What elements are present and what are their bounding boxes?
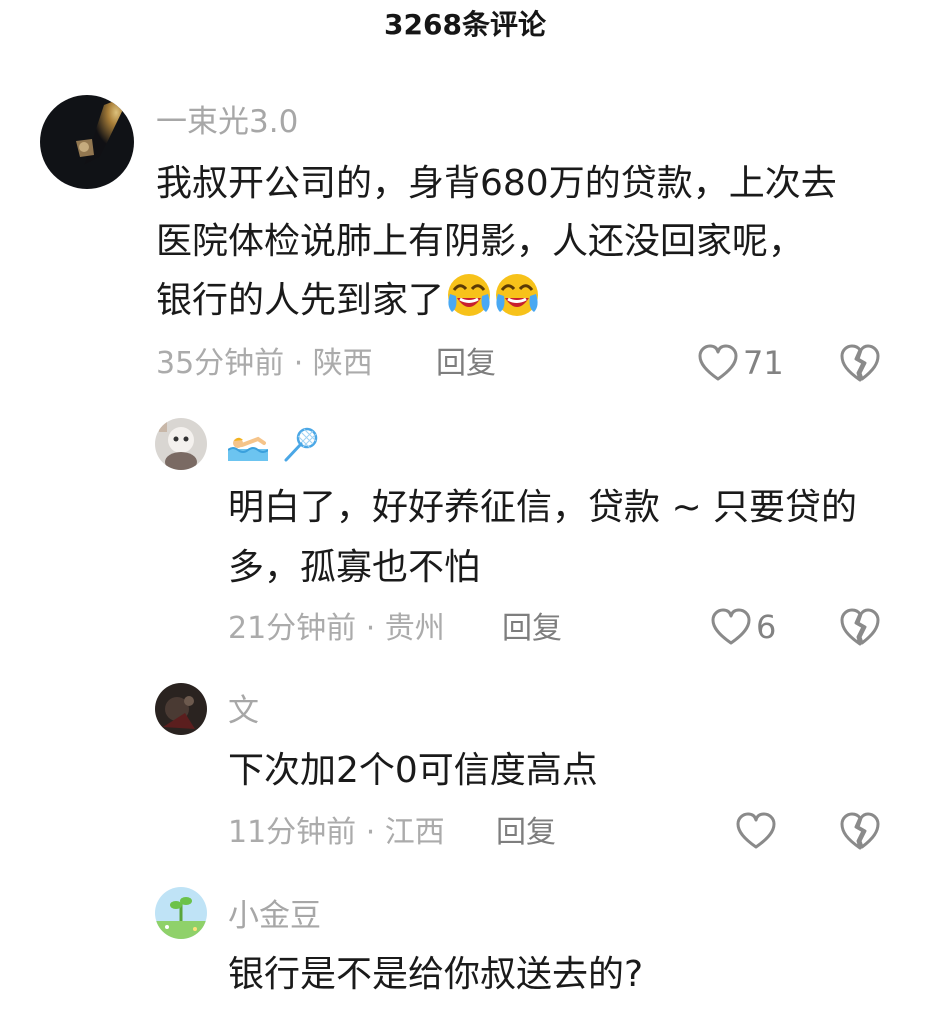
meta-separator: ·	[356, 815, 385, 850]
comment-text-line: 明白了，好好养征信，贷款 ~ 只要贷的	[228, 487, 858, 528]
comment-time: 35分钟前	[156, 346, 285, 381]
meta-separator: ·	[284, 346, 313, 381]
comment-text-line-with-emoji: 银行的人先到家了	[156, 272, 540, 329]
broken-heart-icon[interactable]	[838, 605, 882, 649]
username-emoji-group[interactable]	[227, 426, 320, 476]
like-button[interactable]: 6	[710, 605, 776, 649]
comment-meta: 11分钟前 · 江西	[228, 813, 445, 853]
avatar[interactable]	[155, 887, 207, 939]
laughing-crying-emoji	[494, 272, 540, 318]
like-button[interactable]: 71	[697, 341, 784, 385]
comment-text: 银行的人先到家了	[156, 280, 445, 321]
heart-icon	[697, 343, 739, 383]
comment-text-line: 多，孤寡也不怕	[228, 547, 481, 588]
broken-heart-icon[interactable]	[838, 809, 882, 853]
avatar[interactable]	[40, 95, 134, 189]
avatar[interactable]	[155, 683, 207, 735]
reply-button[interactable]: 回复	[436, 344, 496, 384]
comment-time: 21分钟前	[228, 611, 357, 646]
like-count: 71	[743, 344, 784, 382]
badminton-emoji	[280, 426, 320, 476]
comment-text-line: 下次加2个0可信度高点	[228, 750, 598, 791]
comment-username[interactable]: 小金豆	[228, 896, 321, 936]
comment-text-line: 银行是不是给你叔送去的?	[228, 954, 644, 995]
comment-location: 贵州	[384, 611, 445, 646]
laughing-crying-emoji	[446, 272, 492, 318]
comment-meta: 35分钟前 · 陕西	[156, 344, 373, 384]
reply-button[interactable]: 回复	[496, 813, 556, 853]
comment-text-line: 医院体检说肺上有阴影，人还没回家呢，	[156, 221, 805, 262]
comment-username[interactable]: 一束光3.0	[156, 102, 298, 142]
comment-text-line: 我叔开公司的，身背680万的贷款，上次去	[156, 163, 837, 204]
comments-count-title: 3268条评论	[384, 8, 546, 41]
heart-icon	[735, 811, 777, 851]
like-count: 6	[756, 608, 777, 646]
comment-meta: 21分钟前 · 贵州	[228, 609, 445, 649]
comment-time: 11分钟前	[228, 815, 357, 850]
comment-location: 陕西	[312, 346, 373, 381]
broken-heart-icon[interactable]	[838, 341, 882, 385]
comment-username[interactable]: 文	[228, 691, 259, 731]
like-button[interactable]	[735, 809, 781, 853]
swimmer-emoji	[227, 431, 269, 471]
comment-location: 江西	[384, 815, 445, 850]
avatar[interactable]	[155, 418, 207, 470]
reply-button[interactable]: 回复	[502, 609, 562, 649]
heart-icon	[710, 607, 752, 647]
meta-separator: ·	[356, 611, 385, 646]
